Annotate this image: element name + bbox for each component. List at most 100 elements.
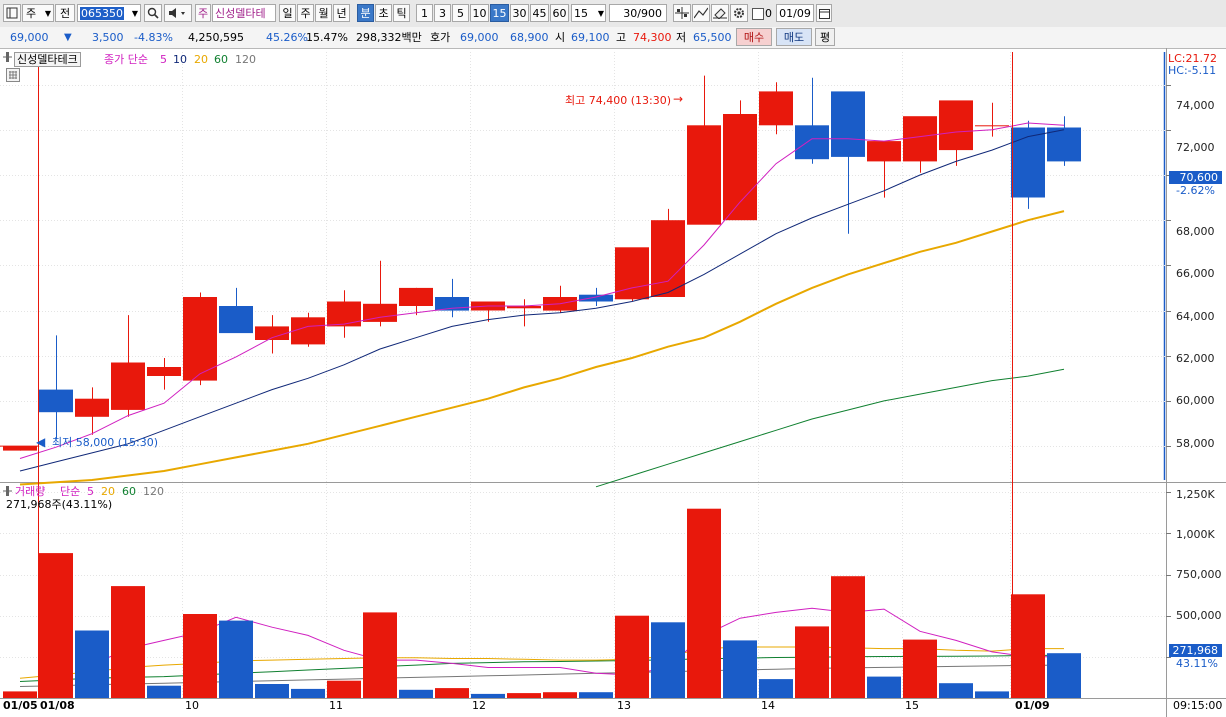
- stock-code-input[interactable]: 065350 ▼: [77, 4, 141, 22]
- candle-body: [579, 294, 613, 302]
- volume-bar: [399, 689, 433, 698]
- x-tick: 13: [617, 699, 631, 712]
- legend-ma-120[interactable]: 120: [235, 53, 256, 66]
- legend-ma-20[interactable]: 20: [194, 53, 208, 66]
- stock-type-tag-label: 주: [197, 7, 209, 20]
- stock-name-field[interactable]: 신성델타테: [212, 4, 276, 22]
- panel-menu-icon[interactable]: [3, 51, 12, 63]
- volume-y-tick: 1,000K: [1176, 528, 1215, 541]
- interval-button-60[interactable]: 60: [550, 4, 569, 22]
- gear-icon[interactable]: [730, 4, 748, 22]
- date-input[interactable]: 01/09: [776, 4, 814, 22]
- candle-body: [291, 317, 325, 345]
- chart-menu-icon[interactable]: [3, 4, 21, 22]
- high-label: 고: [616, 31, 627, 44]
- interval-button-label: 1: [421, 7, 428, 20]
- count-checkbox[interactable]: [752, 8, 764, 20]
- down-arrow-icon: ▼: [64, 32, 72, 43]
- period-button-week[interactable]: 주: [297, 4, 314, 22]
- candle-body: [975, 125, 1009, 127]
- volume-legend-title[interactable]: 거래량: [15, 485, 45, 498]
- volume-value: 4,250,595: [188, 31, 244, 44]
- legend-ma-5[interactable]: 5: [160, 53, 167, 66]
- interval-button-label: 60: [552, 7, 567, 20]
- ask-label: 호가: [430, 31, 451, 44]
- interval-select[interactable]: 15 ▼: [571, 4, 606, 22]
- grid-toggle-icon[interactable]: [6, 68, 20, 82]
- volume-bar: [543, 692, 577, 698]
- legend-ma-60[interactable]: 60: [214, 53, 228, 66]
- volume-panel-menu-icon[interactable]: [3, 485, 12, 497]
- candle-body: [615, 247, 649, 300]
- candle-body: [903, 116, 937, 162]
- buy-button[interactable]: 매수: [736, 28, 772, 46]
- volume-legend-ma-60[interactable]: 60: [122, 485, 136, 498]
- candle-body: [651, 220, 685, 297]
- ask-price: 69,000: [460, 31, 499, 44]
- price-y-tick: 64,000: [1176, 310, 1215, 323]
- low-price: 65,500: [693, 31, 732, 44]
- period-button-day[interactable]: 일: [279, 4, 296, 22]
- calendar-icon[interactable]: [816, 4, 832, 22]
- candle-body: [795, 125, 829, 160]
- volume-bar: [75, 630, 109, 698]
- candle-body: [147, 367, 181, 376]
- volume-bar: [255, 684, 289, 698]
- candle-body: [111, 362, 145, 410]
- x-tick: 12: [472, 699, 486, 712]
- price-y-tick: 72,000: [1176, 141, 1215, 154]
- period-button-minute[interactable]: 분: [357, 4, 374, 22]
- eraser-icon[interactable]: [711, 4, 729, 22]
- date-value: 01/09: [779, 7, 811, 20]
- full-search-button[interactable]: 전: [55, 4, 75, 22]
- stock-name-label[interactable]: 신성델타테크: [14, 52, 81, 67]
- interval-button-15[interactable]: 15: [490, 4, 509, 22]
- market-type-select[interactable]: 주 ▼: [22, 4, 54, 22]
- interval-button-5[interactable]: 5: [452, 4, 469, 22]
- evaluate-button[interactable]: 평: [815, 28, 835, 46]
- rate-2: 15.47%: [306, 31, 348, 44]
- candle-body: [1047, 127, 1081, 162]
- count-checkbox-label: 0: [765, 7, 772, 20]
- chart-area: [0, 48, 1226, 717]
- volume-legend-ma-5[interactable]: 5: [87, 485, 94, 498]
- volume-bar: [939, 683, 973, 698]
- volume-bar: [327, 680, 361, 698]
- volume-legend-ma-20[interactable]: 20: [101, 485, 115, 498]
- rate-1: 45.26%: [266, 31, 308, 44]
- period-button-tick[interactable]: 틱: [393, 4, 410, 22]
- interval-button-3[interactable]: 3: [434, 4, 451, 22]
- period-button-year[interactable]: 년: [333, 4, 350, 22]
- price-moving-averages-high: [19, 122, 1065, 472]
- volume-y-tick: 500,000: [1176, 609, 1222, 622]
- crosshair-icon[interactable]: [673, 4, 691, 22]
- volume-legend-ma-120[interactable]: 120: [143, 485, 164, 498]
- volume-bar: [219, 620, 253, 698]
- trend-line-icon[interactable]: [692, 4, 710, 22]
- volume-bar: [363, 612, 397, 698]
- open-price: 69,100: [571, 31, 610, 44]
- quote-bar: [0, 27, 1226, 49]
- period-button-second[interactable]: 초: [375, 4, 392, 22]
- interval-button-45[interactable]: 45: [530, 4, 549, 22]
- count-input[interactable]: 30/900: [609, 4, 667, 22]
- min-annotation: 최저 58,000 (15:30): [52, 436, 159, 449]
- interval-button-10[interactable]: 10: [470, 4, 489, 22]
- period-button-label: 일: [282, 7, 293, 20]
- volume-grid: [0, 492, 1171, 658]
- stock-type-tag: 주: [195, 4, 211, 22]
- volume-bar: [651, 622, 685, 698]
- legend-ma-10[interactable]: 10: [173, 53, 187, 66]
- interval-button-1[interactable]: 1: [416, 4, 433, 22]
- sell-button[interactable]: 매도: [776, 28, 812, 46]
- interval-button-30[interactable]: 30: [510, 4, 529, 22]
- price-ma-20-line: [19, 210, 1065, 486]
- speaker-icon[interactable]: [164, 4, 192, 22]
- search-icon[interactable]: [144, 4, 162, 22]
- stock-code-value: 065350: [80, 7, 124, 20]
- volume-bar: [1047, 653, 1081, 698]
- volume-bar: [795, 626, 829, 698]
- last-change-tag: -2.62%: [1176, 184, 1215, 197]
- volume-bar: [867, 676, 901, 698]
- period-button-month[interactable]: 월: [315, 4, 332, 22]
